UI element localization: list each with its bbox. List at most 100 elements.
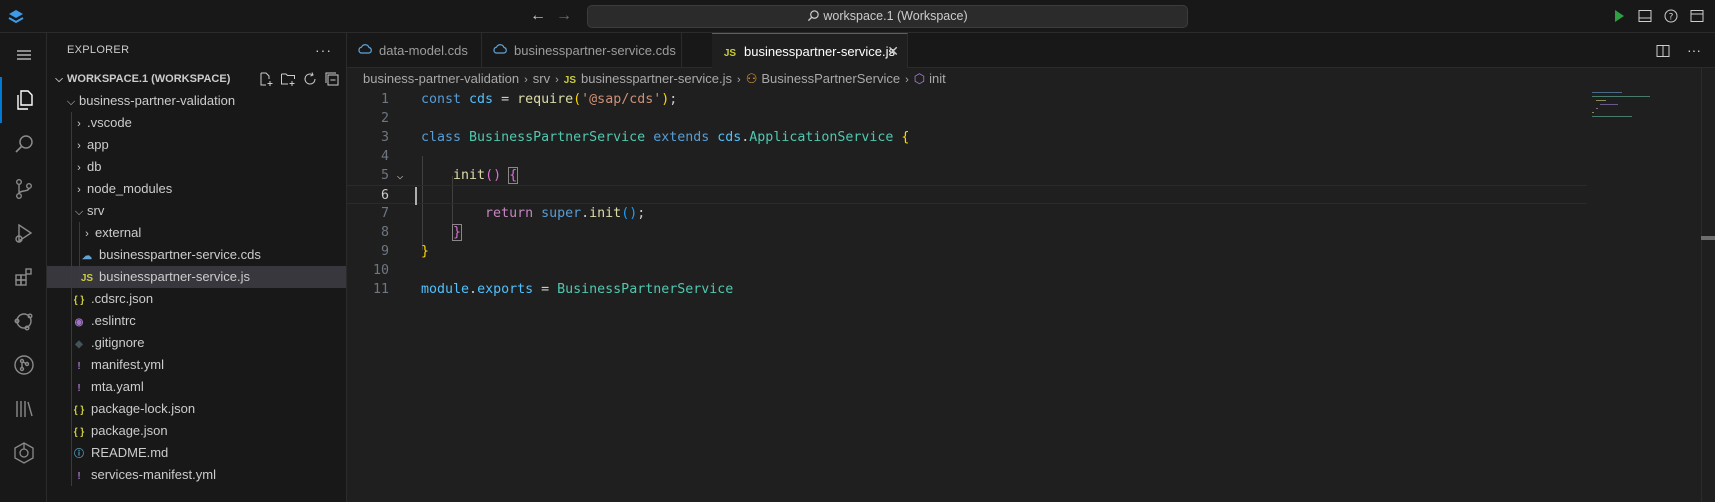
tree-item-label: manifest.yml (91, 357, 164, 372)
chevron-down-icon: ⌵ (66, 96, 76, 108)
json-file-icon: { } (73, 405, 85, 416)
chevron-right-icon: › (555, 74, 559, 86)
title-bar: ← → workspace.1 (Workspace) ? (0, 0, 1715, 33)
tree-item[interactable]: { } package.json (47, 420, 346, 442)
indent-guide (71, 134, 72, 156)
tree-item[interactable]: ◉ .eslintrc (47, 310, 346, 332)
js-file-icon: JS (80, 273, 94, 284)
line-number: 4 (380, 149, 389, 164)
search-icon (808, 10, 820, 22)
git-graph-icon[interactable] (0, 343, 47, 387)
tree-item-label: businesspartner-service.cds (99, 247, 261, 262)
more-actions-icon[interactable]: ··· (1687, 43, 1703, 59)
vertical-scrollbar[interactable] (1701, 68, 1715, 502)
line-number: 8 (380, 225, 389, 240)
tab-label: data-model.cds (379, 43, 468, 58)
git-file-icon: ◆ (75, 339, 83, 350)
breadcrumb: business-partner-validation › srv › JS busine… (347, 68, 946, 90)
library-icon[interactable] (0, 387, 47, 431)
code-line: 9} (347, 242, 1587, 261)
tree-item[interactable]: ☁ businesspartner-service.cds (47, 244, 346, 266)
tree-item-label: business-partner-validation (79, 93, 236, 108)
arrow-left-icon[interactable]: ← (529, 7, 547, 25)
tree-item[interactable]: › node_modules (47, 178, 346, 200)
breadcrumb-item[interactable]: srv (533, 71, 550, 86)
tree-item[interactable]: ⓘ README.md (47, 442, 346, 464)
tree-item-label: package.json (91, 423, 168, 438)
cds-file-icon (492, 35, 508, 70)
tree-item[interactable]: ⌵ srv (47, 200, 346, 222)
menu-icon[interactable] (0, 33, 47, 77)
breadcrumb-item[interactable]: BusinessPartnerService (761, 71, 900, 86)
tree-item[interactable]: ! services-manifest.yml (47, 464, 346, 486)
yaml-file-icon: ! (77, 383, 81, 394)
indent-guide (71, 222, 72, 244)
tree-item[interactable]: ! mta.yaml (47, 376, 346, 398)
tree-item[interactable]: JS businesspartner-service.js (47, 266, 346, 288)
tab-businesspartner-service-js[interactable]: JS businesspartner-service.js ✕ (712, 33, 908, 68)
tree-item-label: .vscode (87, 115, 132, 130)
indent-guide (79, 266, 80, 288)
close-icon[interactable]: ✕ (887, 34, 899, 69)
refresh-icon[interactable] (302, 71, 318, 87)
line-number: 10 (372, 263, 389, 278)
chevron-right-icon: › (85, 228, 89, 240)
tree-item-label: db (87, 159, 102, 174)
tree-item[interactable]: › .vscode (47, 112, 346, 134)
remote-explorer-icon[interactable] (0, 299, 47, 343)
indent-guide (71, 178, 72, 200)
help-icon[interactable]: ? (1663, 8, 1679, 24)
indent-guide (79, 222, 80, 244)
tree-item[interactable]: ◆ .gitignore (47, 332, 346, 354)
search-icon[interactable] (0, 123, 47, 167)
run-debug-icon[interactable] (0, 211, 47, 255)
breadcrumb-item[interactable]: business-partner-validation (363, 71, 519, 86)
tree-item-label: external (95, 225, 142, 240)
chevron-down-icon[interactable]: ⌵ (389, 166, 411, 185)
code-line: 7 return super.init(); (347, 204, 1587, 223)
breadcrumb-item[interactable]: businesspartner-service.js (581, 71, 732, 86)
command-center[interactable]: workspace.1 (Workspace) (587, 5, 1188, 28)
tree-item[interactable]: { } package-lock.json (47, 398, 346, 420)
extensions-icon[interactable] (0, 255, 47, 299)
activity-bar (0, 33, 47, 502)
code-line: 2 (347, 109, 1587, 128)
code-line: 3 class BusinessPartnerService extends cd… (347, 128, 1587, 147)
minimap[interactable] (1587, 90, 1702, 502)
js-file-icon: JS (723, 48, 737, 59)
indent-guide (71, 332, 72, 354)
info-icon: ⓘ (74, 449, 84, 460)
explorer-icon[interactable] (0, 77, 47, 123)
tree-item[interactable]: ! manifest.yml (47, 354, 346, 376)
indent-guide (71, 112, 72, 134)
tree-item[interactable]: › external (47, 222, 346, 244)
editor-tabs: data-model.cds businesspartner-service.c… (347, 33, 1715, 68)
tree-item[interactable]: { } .cdsrc.json (47, 288, 346, 310)
tab-businesspartner-service-cds[interactable]: businesspartner-service.cds (482, 33, 682, 68)
tree-item[interactable]: › app (47, 134, 346, 156)
tab-data-model-cds[interactable]: data-model.cds (347, 33, 482, 68)
new-file-icon[interactable] (258, 71, 274, 87)
workspace-section-header[interactable]: ⌵ WORKSPACE.1 (WORKSPACE) (47, 68, 346, 90)
code-line: 4 (347, 147, 1587, 166)
layout-icon[interactable] (1689, 8, 1705, 24)
split-editor-icon[interactable] (1655, 43, 1671, 59)
indent-guide (71, 288, 72, 310)
tab-label: businesspartner-service.cds (514, 43, 676, 58)
tree-item-label: services-manifest.yml (91, 467, 216, 482)
collapse-all-icon[interactable] (324, 71, 340, 87)
tree-item[interactable]: ⌵ business-partner-validation (47, 90, 346, 112)
chevron-right-icon: › (77, 184, 81, 196)
source-control-icon[interactable] (0, 167, 47, 211)
code-editor[interactable]: 1 const cds = require('@sap/cds'); 2 3 cla… (347, 90, 1587, 502)
cds-graph-icon[interactable] (0, 431, 47, 475)
chevron-right-icon: › (737, 74, 741, 86)
tree-item[interactable]: › db (47, 156, 346, 178)
new-folder-icon[interactable] (280, 71, 296, 87)
more-actions-icon[interactable]: ··· (315, 33, 332, 68)
arrow-right-icon[interactable]: → (555, 7, 573, 25)
breadcrumb-item[interactable]: init (929, 71, 946, 86)
toggle-panel-icon[interactable] (1637, 8, 1653, 24)
indent-guide (71, 310, 72, 332)
run-icon[interactable] (1611, 8, 1627, 24)
